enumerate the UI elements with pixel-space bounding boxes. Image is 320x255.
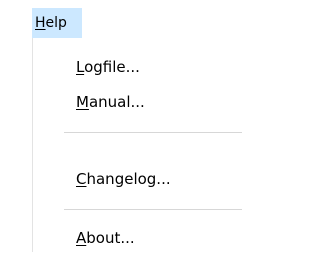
menu-item-manual-accel: M (76, 93, 89, 111)
menu-item-changelog-label-rest: hangelog... (86, 170, 171, 188)
menu-item-about-label-rest: bout... (86, 229, 135, 247)
menu-item-changelog-accel: C (76, 170, 87, 188)
help-menu-accel: H (35, 15, 46, 31)
menu-item-logfile-label-rest: ogfile... (84, 58, 140, 76)
menu-item-about-label: About... (76, 230, 135, 247)
menu-item-logfile[interactable]: Logfile... (33, 50, 243, 84)
menu-item-manual[interactable]: Manual... (33, 85, 243, 119)
help-dropdown-menu: Logfile... Manual... Changelog... About.… (32, 38, 243, 252)
menu-item-manual-label: Manual... (76, 94, 145, 111)
menu-item-logfile-label: Logfile... (76, 59, 140, 76)
help-menu-label: Help (35, 15, 67, 31)
menu-item-about-accel: A (76, 229, 87, 247)
help-menu-label-rest: elp (45, 15, 67, 31)
menu-item-logfile-accel: L (76, 58, 85, 76)
menu-separator (64, 209, 242, 210)
menu-item-manual-label-rest: anual... (88, 93, 145, 111)
menu-item-changelog-label: Changelog... (76, 171, 171, 188)
menu-item-changelog[interactable]: Changelog... (33, 162, 243, 196)
help-menu[interactable]: Help (32, 8, 82, 38)
menu-item-about[interactable]: About... (33, 221, 243, 255)
menu-separator (64, 132, 242, 133)
